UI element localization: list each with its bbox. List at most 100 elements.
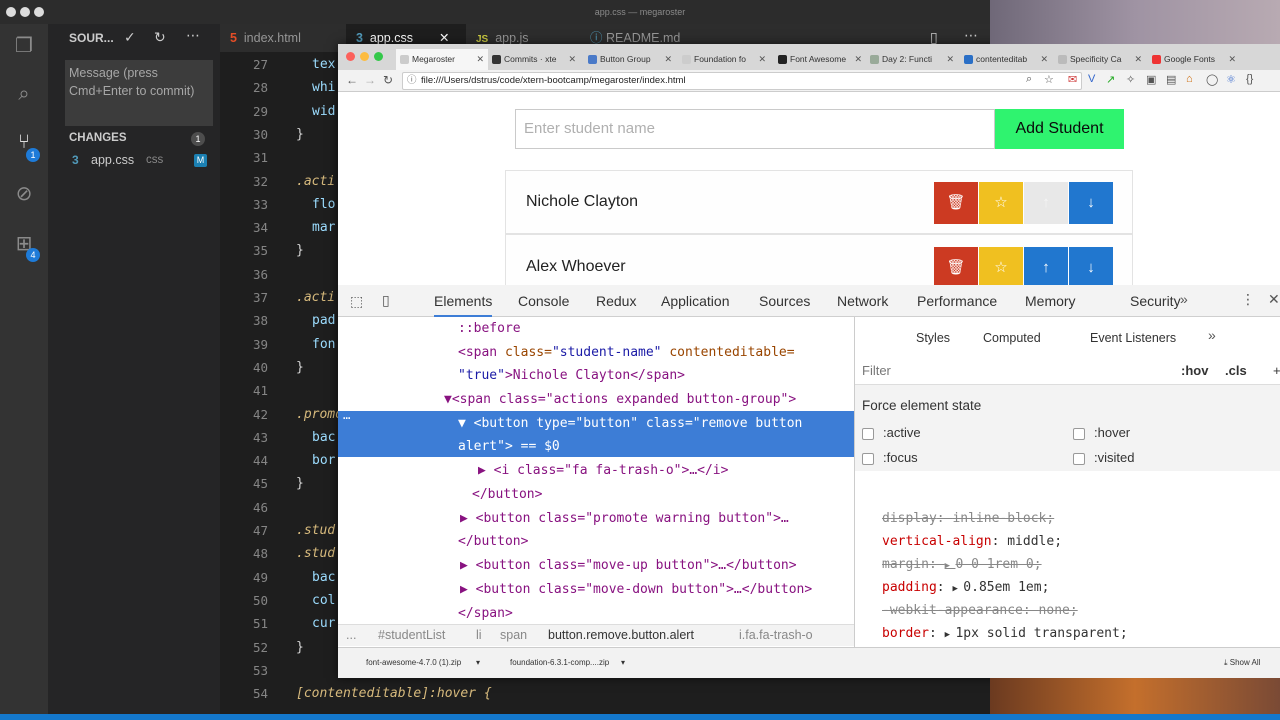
browser-tab[interactable]: Specificity Ca ✕: [1054, 49, 1146, 70]
collapse-triangle-icon[interactable]: ▼: [444, 392, 452, 407]
devtools-tab[interactable]: Sources: [759, 285, 810, 317]
css-property[interactable]: display: inline-block;: [882, 511, 1054, 526]
expand-triangle-icon[interactable]: ▼: [458, 416, 466, 431]
active-checkbox[interactable]: [862, 428, 874, 440]
close-tab-icon[interactable]: ✕: [439, 31, 449, 45]
gmail-extension-icon[interactable]: ✉: [1068, 73, 1077, 86]
browser-tab[interactable]: Font Awesome ✕: [774, 49, 866, 70]
browser-tab[interactable]: Button Group ✕: [584, 49, 676, 70]
show-all-downloads-button[interactable]: ⤓ Show All: [1224, 654, 1260, 672]
dom-node-close-span[interactable]: </span>: [458, 606, 513, 621]
tab-styles[interactable]: Styles: [916, 331, 950, 345]
browser-tab[interactable]: contenteditab ✕: [960, 49, 1052, 70]
css-property-name[interactable]: -webkit-appearance: [882, 603, 1023, 618]
close-tab-icon[interactable]: ✕: [664, 49, 672, 69]
css-property-name[interactable]: vertical-align: [882, 534, 992, 549]
react-devtools-icon[interactable]: ⚛: [1226, 73, 1236, 86]
breadcrumb-item[interactable]: ...: [346, 628, 356, 642]
devtools-tab[interactable]: Console: [518, 285, 569, 317]
styles-more-icon[interactable]: »: [1208, 327, 1216, 343]
address-bar[interactable]: ⓘ file:///Users/dstrus/code/xtern-bootcam…: [402, 72, 1082, 90]
device-toolbar-icon[interactable]: ▯: [382, 292, 390, 309]
reload-icon[interactable]: ↻: [383, 73, 393, 87]
extension-brackets-icon[interactable]: {}: [1246, 73, 1253, 85]
cls-toggle[interactable]: .cls: [1225, 357, 1247, 385]
close-tab-icon[interactable]: ✕: [476, 49, 484, 69]
dom-node-move-down-button[interactable]: ▶ <button class="move-down button">…</bu…: [460, 582, 812, 597]
close-tab-icon[interactable]: ✕: [1134, 49, 1142, 69]
bookmark-star-icon[interactable]: ☆: [1044, 73, 1054, 86]
student-name[interactable]: Alex Whoever: [526, 258, 626, 276]
download-item[interactable]: foundation-6.3.1-comp....zip ▾: [490, 654, 630, 672]
css-property[interactable]: padding: ▶ 0.85em 1em;: [882, 580, 1049, 595]
focus-checkbox[interactable]: [862, 453, 874, 465]
close-window-dot[interactable]: [346, 52, 355, 61]
dom-node-close-button[interactable]: </button>: [458, 534, 528, 549]
extension-v-icon[interactable]: V: [1088, 73, 1095, 85]
changed-file-item[interactable]: 3 app.css css M: [72, 152, 214, 170]
student-name[interactable]: Nichole Clayton: [526, 193, 638, 211]
dom-node-student-name[interactable]: <span class="student-name" contenteditab…: [458, 345, 795, 360]
expand-triangle-icon[interactable]: ▶: [460, 558, 468, 573]
student-name-input[interactable]: Enter student name: [515, 109, 995, 149]
css-property[interactable]: border: ▶ 1px solid transparent;: [882, 626, 1128, 641]
expand-shorthand-icon[interactable]: ▶: [945, 630, 956, 640]
move-up-button[interactable]: ↑: [1024, 247, 1068, 289]
close-tab-icon[interactable]: ✕: [1040, 49, 1048, 69]
breadcrumb-item[interactable]: #studentList: [378, 628, 445, 642]
inspect-element-icon[interactable]: ⬚: [350, 293, 363, 310]
add-student-button[interactable]: Add Student: [995, 109, 1124, 149]
expand-triangle-icon[interactable]: ▶: [460, 511, 468, 526]
minimize-window-dot[interactable]: [20, 7, 30, 17]
refresh-icon[interactable]: ↻: [154, 29, 166, 46]
css-property-name[interactable]: margin: [882, 557, 929, 572]
css-property-value[interactable]: none;: [1039, 603, 1078, 618]
close-tab-icon[interactable]: ✕: [854, 49, 862, 69]
remove-button[interactable]: 🗑: [934, 247, 978, 289]
dom-node-trash-icon[interactable]: ▶ <i class="fa fa-trash-o">…</i>: [478, 463, 728, 478]
devtools-menu-icon[interactable]: ⋮: [1241, 291, 1255, 308]
back-icon[interactable]: ←: [346, 73, 358, 87]
expand-triangle-icon[interactable]: ▶: [478, 463, 486, 478]
hov-toggle[interactable]: :hov: [1181, 357, 1208, 385]
browser-tab[interactable]: Google Fonts ✕: [1148, 49, 1240, 70]
browser-tab[interactable]: Megaroster ✕: [396, 49, 488, 70]
devtools-tab[interactable]: Security: [1130, 285, 1181, 317]
maximize-window-dot[interactable]: [34, 7, 44, 17]
promote-button[interactable]: ☆: [979, 182, 1023, 224]
breadcrumb-item[interactable]: i.fa.fa-trash-o: [739, 628, 813, 642]
hover-checkbox[interactable]: [1073, 428, 1085, 440]
breadcrumb-item[interactable]: li: [476, 628, 482, 642]
css-property-value[interactable]: 1px solid transparent;: [955, 626, 1127, 641]
browser-tab[interactable]: Day 2: Functi ✕: [866, 49, 958, 70]
css-property-value[interactable]: inline-block;: [952, 511, 1054, 526]
maximize-window-dot[interactable]: [374, 52, 383, 61]
files-icon[interactable]: ❐: [12, 34, 36, 58]
dom-node-student-name-cont[interactable]: "true">Nichole Clayton</span>: [458, 368, 685, 383]
extension-arrow-icon[interactable]: ↗: [1106, 73, 1115, 86]
move-down-button[interactable]: ↓: [1069, 247, 1113, 289]
expand-shorthand-icon[interactable]: ▶: [945, 561, 956, 571]
extension-box-icon[interactable]: ▤: [1166, 73, 1176, 86]
devtools-tab[interactable]: Memory: [1025, 285, 1076, 317]
dom-pseudo-before[interactable]: ::before: [458, 321, 521, 336]
dom-node-promote-button[interactable]: ▶ <button class="promote warning button"…: [460, 511, 789, 526]
styles-filter-input[interactable]: Filter :hov .cls +: [855, 357, 1280, 385]
breadcrumb-item[interactable]: span: [500, 628, 527, 642]
more-actions-icon[interactable]: ⋯: [186, 27, 200, 44]
devtools-tab[interactable]: Application: [661, 285, 730, 317]
tab-index-html[interactable]: 5 index.html: [230, 24, 350, 52]
dom-node-actions-span[interactable]: ▼<span class="actions expanded button-gr…: [444, 392, 796, 407]
search-icon[interactable]: ⌕: [12, 82, 36, 106]
extension-circle-icon[interactable]: ◯: [1206, 73, 1218, 86]
devtools-tab[interactable]: Network: [837, 285, 888, 317]
download-item[interactable]: font-awesome-4.7.0 (1).zip ▾: [346, 654, 482, 672]
dom-node-close-button[interactable]: </button>: [472, 487, 542, 502]
commit-check-icon[interactable]: ✓: [124, 29, 136, 46]
devtools-close-icon[interactable]: ✕: [1268, 291, 1280, 308]
download-menu-icon[interactable]: ▾: [621, 658, 625, 667]
promote-button[interactable]: ☆: [979, 247, 1023, 289]
css-property-name[interactable]: border: [882, 626, 929, 641]
visited-checkbox[interactable]: [1073, 453, 1085, 465]
code-editor[interactable]: 27 tex 28 whi 29 wid 30} 31 32 .acti 33 flo 34 mar 35}…: [220, 52, 492, 720]
